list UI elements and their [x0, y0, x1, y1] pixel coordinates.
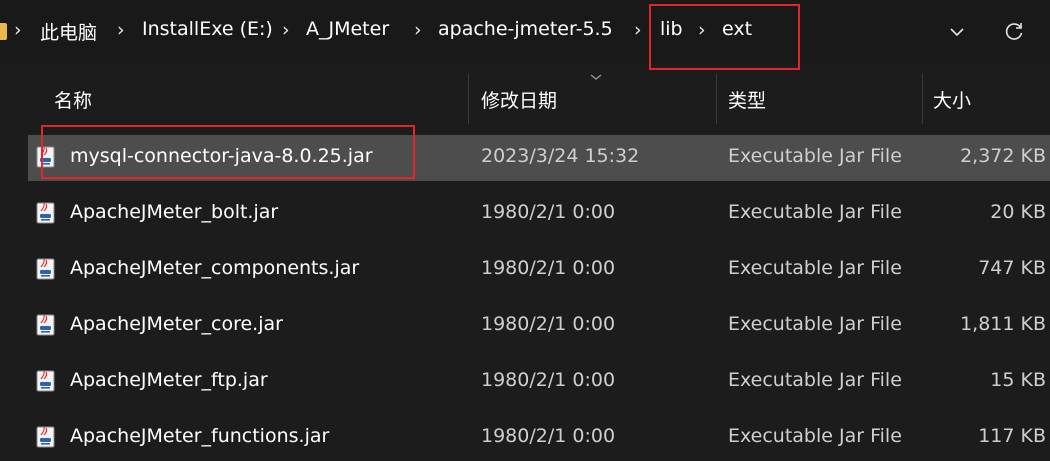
file-size: 117 KB	[978, 425, 1046, 447]
file-size: 1,811 KB	[960, 313, 1046, 335]
java-jar-file-icon	[36, 426, 55, 448]
file-date: 2023/3/24 15:32	[481, 145, 640, 167]
file-name: ApacheJMeter_ftp.jar	[70, 369, 268, 391]
file-name: mysql-connector-java-8.0.25.jar	[70, 145, 373, 167]
file-date: 1980/2/1 0:00	[481, 425, 616, 447]
file-type: Executable Jar File	[728, 257, 902, 279]
column-header-type[interactable]: 类型	[728, 86, 766, 113]
chevron-right-icon[interactable]: ›	[282, 19, 290, 41]
file-size: 20 KB	[990, 201, 1046, 223]
folder-icon	[0, 23, 7, 40]
chevron-right-icon[interactable]: ›	[117, 19, 125, 41]
refresh-button[interactable]	[996, 14, 1032, 50]
file-size: 747 KB	[978, 257, 1046, 279]
chevron-right-icon[interactable]: ›	[414, 19, 422, 41]
file-name: ApacheJMeter_bolt.jar	[70, 201, 279, 223]
chevron-down-icon	[950, 28, 964, 37]
breadcrumb-apache-jmeter[interactable]: apache-jmeter-5.5	[438, 18, 613, 40]
file-size: 2,372 KB	[960, 145, 1046, 167]
java-jar-file-icon	[36, 314, 55, 336]
file-row[interactable]: ApacheJMeter_components.jar 1980/2/1 0:0…	[28, 247, 1050, 293]
file-row[interactable]: ApacheJMeter_functions.jar 1980/2/1 0:00…	[28, 415, 1050, 461]
breadcrumb-drive-e[interactable]: InstallExe (E:)	[142, 18, 273, 40]
sort-chevron-icon	[590, 74, 602, 80]
refresh-icon	[1005, 23, 1023, 40]
column-header-date[interactable]: 修改日期	[481, 86, 557, 113]
file-date: 1980/2/1 0:00	[481, 257, 616, 279]
breadcrumb-a-jmeter[interactable]: A_JMeter	[306, 18, 389, 40]
file-size: 15 KB	[990, 369, 1046, 391]
file-type: Executable Jar File	[728, 425, 902, 447]
java-jar-file-icon	[36, 146, 55, 168]
file-type: Executable Jar File	[728, 145, 902, 167]
file-date: 1980/2/1 0:00	[481, 369, 616, 391]
file-name: ApacheJMeter_components.jar	[70, 257, 360, 279]
chevron-right-icon[interactable]: ›	[634, 19, 642, 41]
file-row[interactable]: ApacheJMeter_bolt.jar 1980/2/1 0:00 Exec…	[28, 191, 1050, 237]
file-row[interactable]: ApacheJMeter_core.jar 1980/2/1 0:00 Exec…	[28, 303, 1050, 349]
address-bar[interactable]: › 此电脑 › InstallExe (E:) › A_JMeter › apa…	[0, 0, 1050, 70]
file-type: Executable Jar File	[728, 369, 902, 391]
column-divider[interactable]	[922, 74, 923, 124]
file-date: 1980/2/1 0:00	[481, 313, 616, 335]
file-type: Executable Jar File	[728, 201, 902, 223]
file-name: ApacheJMeter_core.jar	[70, 313, 283, 335]
file-type: Executable Jar File	[728, 313, 902, 335]
file-name: ApacheJMeter_functions.jar	[70, 425, 330, 447]
file-row[interactable]: mysql-connector-java-8.0.25.jar 2023/3/2…	[28, 135, 1050, 181]
file-row[interactable]: ApacheJMeter_ftp.jar 1980/2/1 0:00 Execu…	[28, 359, 1050, 405]
java-jar-file-icon	[36, 202, 55, 224]
column-header-name[interactable]: 名称	[54, 86, 92, 113]
column-divider[interactable]	[716, 74, 717, 124]
java-jar-file-icon	[36, 258, 55, 280]
column-header-size[interactable]: 大小	[933, 86, 971, 113]
breadcrumb-ext[interactable]: ext	[722, 18, 752, 40]
breadcrumb-lib[interactable]: lib	[660, 18, 683, 40]
breadcrumb-this-pc[interactable]: 此电脑	[40, 18, 97, 45]
java-jar-file-icon	[36, 370, 55, 392]
file-date: 1980/2/1 0:00	[481, 201, 616, 223]
chevron-right-icon[interactable]: ›	[14, 19, 22, 41]
address-history-dropdown-button[interactable]	[940, 14, 974, 50]
chevron-right-icon[interactable]: ›	[698, 19, 706, 41]
column-divider[interactable]	[468, 74, 469, 124]
